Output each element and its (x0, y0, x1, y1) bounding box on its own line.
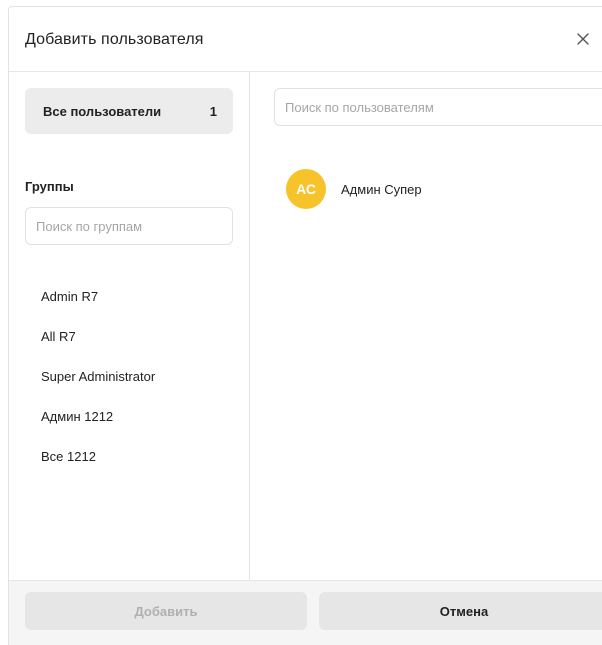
groups-heading: Группы (25, 179, 74, 194)
add-user-dialog: Добавить пользователя Все пользователи 1… (8, 6, 602, 645)
add-button[interactable]: Добавить (25, 592, 307, 630)
dialog-footer: Добавить Отмена (9, 580, 602, 645)
close-icon[interactable] (573, 29, 593, 49)
left-panel: Все пользователи 1 Группы Admin R7 All R… (9, 72, 250, 580)
all-users-count: 1 (209, 103, 217, 119)
group-item[interactable]: Admin R7 (41, 289, 155, 309)
right-panel: АС Админ Супер (250, 72, 602, 580)
all-users-label: Все пользователи (43, 103, 162, 119)
user-search-input[interactable] (274, 88, 602, 126)
cancel-button[interactable]: Отмена (319, 592, 602, 630)
group-search-input[interactable] (25, 207, 233, 245)
group-item[interactable]: Все 1212 (41, 449, 155, 469)
group-item[interactable]: All R7 (41, 329, 155, 349)
dialog-title: Добавить пользователя (25, 31, 204, 48)
dialog-header: Добавить пользователя (9, 7, 602, 72)
user-list-item[interactable]: АС Админ Супер (286, 169, 422, 209)
group-list: Admin R7 All R7 Super Administrator Адми… (41, 289, 155, 489)
avatar: АС (286, 169, 326, 209)
all-users-item[interactable]: Все пользователи 1 (25, 88, 233, 134)
group-item[interactable]: Админ 1212 (41, 409, 155, 429)
user-name: Админ Супер (341, 181, 422, 197)
group-item[interactable]: Super Administrator (41, 369, 155, 389)
